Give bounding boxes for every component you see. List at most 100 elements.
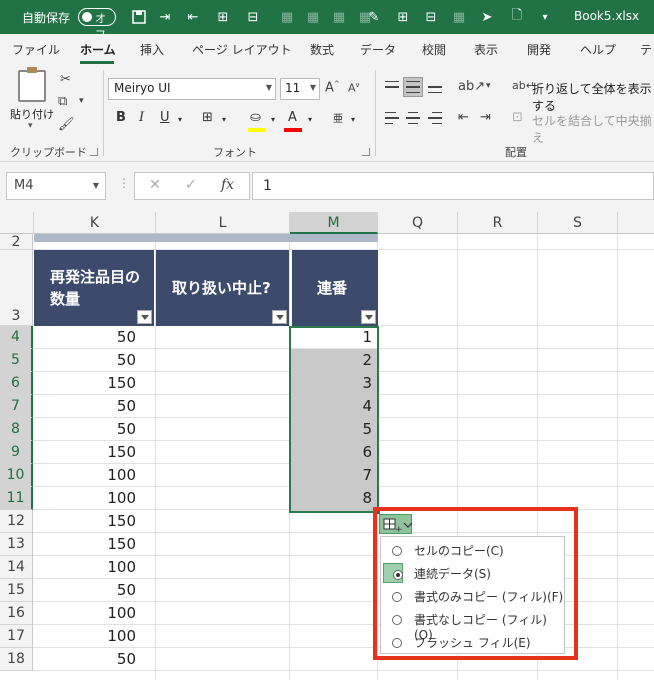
filter-dropdown-icon[interactable] bbox=[361, 310, 376, 324]
tab-page-layout[interactable]: ページ レイアウト bbox=[192, 41, 292, 58]
align-center-icon[interactable] bbox=[404, 109, 422, 127]
row-header[interactable]: 3 bbox=[0, 250, 33, 326]
quantity-cell[interactable]: 50 bbox=[34, 418, 136, 441]
row-header[interactable]: 16 bbox=[0, 602, 33, 625]
bold-icon[interactable]: B bbox=[116, 110, 126, 125]
insert-function-icon[interactable]: fx bbox=[221, 177, 234, 193]
delete-columns-icon[interactable]: ⊟ bbox=[420, 6, 442, 28]
cut-icon[interactable]: ✂ bbox=[60, 72, 71, 87]
row-header[interactable]: 10 bbox=[0, 464, 33, 487]
align-left-icon[interactable] bbox=[383, 109, 401, 127]
cancel-icon[interactable]: ✕ bbox=[149, 177, 161, 193]
format-painter-icon[interactable]: 🖌 bbox=[58, 117, 75, 132]
formula-bar-resize-handle[interactable]: ⋮ bbox=[118, 176, 130, 190]
align-bottom-icon[interactable] bbox=[426, 78, 444, 96]
serial-cell[interactable]: 5 bbox=[291, 418, 376, 441]
decrease-font-size-icon[interactable]: Av bbox=[348, 81, 360, 95]
quantity-cell[interactable]: 100 bbox=[34, 602, 136, 625]
align-right-icon[interactable] bbox=[426, 109, 444, 127]
font-name-field[interactable]: Meiryo UI ▼ bbox=[108, 78, 276, 100]
row-header[interactable]: 6 bbox=[0, 372, 33, 395]
quantity-cell[interactable]: 100 bbox=[34, 487, 136, 510]
column-header-k[interactable]: K bbox=[34, 212, 156, 234]
clipboard-launcher-icon[interactable] bbox=[90, 148, 98, 156]
chevron-down-icon[interactable]: ▾ bbox=[178, 115, 182, 124]
chevron-down-icon[interactable]: ▾ bbox=[308, 115, 312, 124]
serial-cell[interactable]: 1 bbox=[291, 326, 376, 349]
row-header[interactable]: 17 bbox=[0, 625, 33, 648]
confirm-icon[interactable]: ✓ bbox=[185, 177, 197, 193]
quantity-cell[interactable]: 150 bbox=[34, 533, 136, 556]
table-icon[interactable]: ▦ bbox=[448, 6, 470, 28]
quantity-cell[interactable]: 50 bbox=[34, 579, 136, 602]
tab-file[interactable]: ファイル bbox=[12, 41, 60, 58]
tab-more[interactable]: テ bbox=[640, 41, 652, 58]
row-header[interactable]: 7 bbox=[0, 395, 33, 418]
tab-formulas[interactable]: 数式 bbox=[310, 41, 334, 58]
orientation-icon[interactable]: ab↗ bbox=[458, 79, 485, 94]
formula-input[interactable]: 1 bbox=[252, 172, 654, 200]
column-header-partial[interactable] bbox=[618, 212, 654, 234]
font-color-icon[interactable]: A bbox=[288, 110, 297, 125]
merge-center-icon[interactable]: ⊡ bbox=[512, 110, 523, 125]
decrease-indent-icon[interactable]: ⇤ bbox=[458, 110, 469, 125]
increase-indent-icon[interactable]: ⇥ bbox=[480, 110, 491, 125]
quantity-cell[interactable]: 50 bbox=[34, 326, 136, 349]
delete-rows-icon[interactable]: ⊟ bbox=[242, 6, 264, 28]
tab-data[interactable]: データ bbox=[360, 41, 396, 58]
quantity-cell[interactable]: 100 bbox=[34, 625, 136, 648]
row-header[interactable]: 5 bbox=[0, 349, 33, 372]
fill-color-icon[interactable]: ⛀ bbox=[250, 110, 261, 125]
tab-help[interactable]: ヘルプ bbox=[580, 41, 616, 58]
name-box[interactable]: M4 ▼ bbox=[6, 172, 106, 200]
row-header[interactable]: 11 bbox=[0, 487, 33, 510]
quantity-cell[interactable]: 150 bbox=[34, 372, 136, 395]
insert-cells-icon[interactable]: ⇥ bbox=[154, 6, 176, 28]
font-launcher-icon[interactable] bbox=[362, 148, 370, 156]
paste-label[interactable]: 貼り付け bbox=[10, 106, 54, 122]
row-header[interactable]: 13 bbox=[0, 533, 33, 556]
row-header[interactable]: 8 bbox=[0, 418, 33, 441]
column-header-l[interactable]: L bbox=[156, 212, 290, 234]
format-painter-icon[interactable]: ✎ bbox=[363, 6, 385, 28]
row-header[interactable]: 9 bbox=[0, 441, 33, 464]
column-header-r[interactable]: R bbox=[458, 212, 538, 234]
increase-font-size-icon[interactable]: A^ bbox=[325, 80, 340, 95]
grid-icon[interactable]: ▦ bbox=[328, 6, 350, 28]
column-header-q[interactable]: Q bbox=[378, 212, 458, 234]
column-header-m[interactable]: M bbox=[290, 212, 378, 234]
insert-columns-icon[interactable]: ⊞ bbox=[392, 6, 414, 28]
font-size-field[interactable]: 11 ▼ bbox=[280, 78, 320, 100]
quantity-cell[interactable]: 50 bbox=[34, 349, 136, 372]
select-pointer-icon[interactable]: ➤ bbox=[476, 6, 498, 28]
serial-cell[interactable]: 3 bbox=[291, 372, 376, 395]
select-all-corner[interactable] bbox=[0, 212, 34, 234]
column-header-s[interactable]: S bbox=[538, 212, 618, 234]
underline-icon[interactable]: U bbox=[160, 110, 170, 125]
row-header[interactable]: 15 bbox=[0, 579, 33, 602]
tab-home[interactable]: ホーム bbox=[80, 41, 116, 58]
quantity-cell[interactable]: 50 bbox=[34, 395, 136, 418]
wrap-text-button[interactable]: 折り返して全体を表示する bbox=[532, 80, 654, 114]
chevron-down-icon[interactable]: ▾ bbox=[271, 115, 275, 124]
chevron-down-icon[interactable]: ▾ bbox=[351, 115, 355, 124]
save-icon[interactable] bbox=[128, 6, 150, 28]
phonetic-guide-icon[interactable]: 亜 bbox=[333, 110, 343, 125]
tab-insert[interactable]: 挿入 bbox=[140, 41, 164, 58]
autosave-toggle[interactable]: オフ bbox=[78, 8, 116, 41]
grid-icon[interactable]: ▦ bbox=[302, 6, 324, 28]
quantity-cell[interactable]: 150 bbox=[34, 510, 136, 533]
filter-dropdown-icon[interactable] bbox=[137, 310, 152, 324]
chevron-down-icon[interactable]: ▾ bbox=[222, 115, 226, 124]
tab-review[interactable]: 校閲 bbox=[422, 41, 446, 58]
row-header[interactable]: 12 bbox=[0, 510, 33, 533]
chevron-down-icon[interactable]: ▾ bbox=[486, 81, 491, 91]
quantity-cell[interactable]: 100 bbox=[34, 464, 136, 487]
tab-developer[interactable]: 開発 bbox=[527, 41, 551, 58]
row-header[interactable]: 14 bbox=[0, 556, 33, 579]
align-middle-icon[interactable] bbox=[403, 77, 423, 97]
chevron-down-icon[interactable]: ▾ bbox=[79, 96, 84, 106]
row-header[interactable]: 2 bbox=[0, 234, 33, 250]
new-doc-icon[interactable]: 🗋 bbox=[506, 6, 528, 28]
merge-center-button[interactable]: セルを結合して中央揃え bbox=[532, 112, 654, 146]
